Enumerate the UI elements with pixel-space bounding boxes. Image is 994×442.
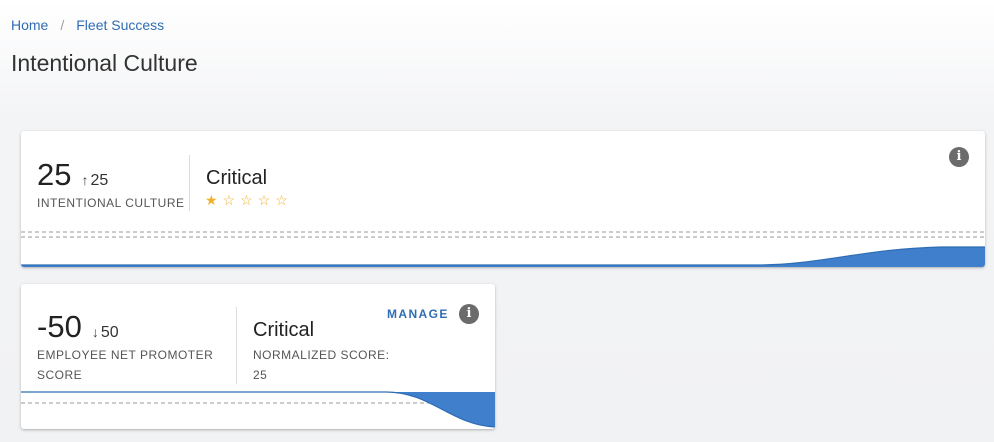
metric-label: INTENTIONAL CULTURE [37,196,185,210]
normalized-score-value: 25 [253,368,268,382]
intentional-culture-card: 25 ↑ 25 INTENTIONAL CULTURE Critical ★☆☆☆☆… [21,131,985,267]
score-value: 25 [37,157,72,192]
star-empty-icon: ☆ [275,192,293,208]
arrow-down-icon: ↓ [91,324,99,340]
employee-nps-card: -50 ↓ 50 EMPLOYEE NET PROMOTER SCORE Criti… [21,284,495,429]
score-delta: ↓ 50 [92,324,119,342]
status-title: Critical [206,167,268,189]
manage-button[interactable]: MANAGE [387,307,449,321]
star-empty-icon: ☆ [257,192,276,208]
score-block: 25 ↑ 25 INTENTIONAL CULTURE [37,157,185,213]
info-icon[interactable]: i [459,304,479,324]
normalized-score-label: NORMALIZED SCORE: [253,348,390,362]
arrow-up-icon: ↑ [81,172,89,188]
metric-label-line-1: EMPLOYEE NET PROMOTER [37,348,214,362]
status-title: Critical [253,319,315,341]
trend-sparkline [21,391,495,428]
delta-value: 50 [100,324,119,341]
star-empty-icon: ☆ [222,192,241,208]
star-rating: ★☆☆☆☆ [205,192,293,209]
breadcrumb-home-link[interactable]: Home [11,17,48,33]
breadcrumb-current-link[interactable]: Fleet Success [76,17,164,33]
breadcrumb-separator: / [60,17,65,33]
score-block: -50 ↓ 50 EMPLOYEE NET PROMOTER SCORE [37,309,213,385]
divider [236,307,237,384]
info-icon[interactable]: i [949,147,969,167]
breadcrumb: Home / Fleet Success [11,17,164,33]
page-title: Intentional Culture [11,50,198,76]
trend-area [21,392,495,427]
trend-sparkline [21,231,985,267]
score-value: -50 [37,309,82,344]
metric-label-line-2: SCORE [37,368,83,382]
delta-value: 25 [90,172,109,189]
divider [189,155,190,211]
star-filled-icon: ★ [205,192,223,208]
star-empty-icon: ☆ [240,192,258,208]
score-delta: ↑ 25 [81,172,108,190]
